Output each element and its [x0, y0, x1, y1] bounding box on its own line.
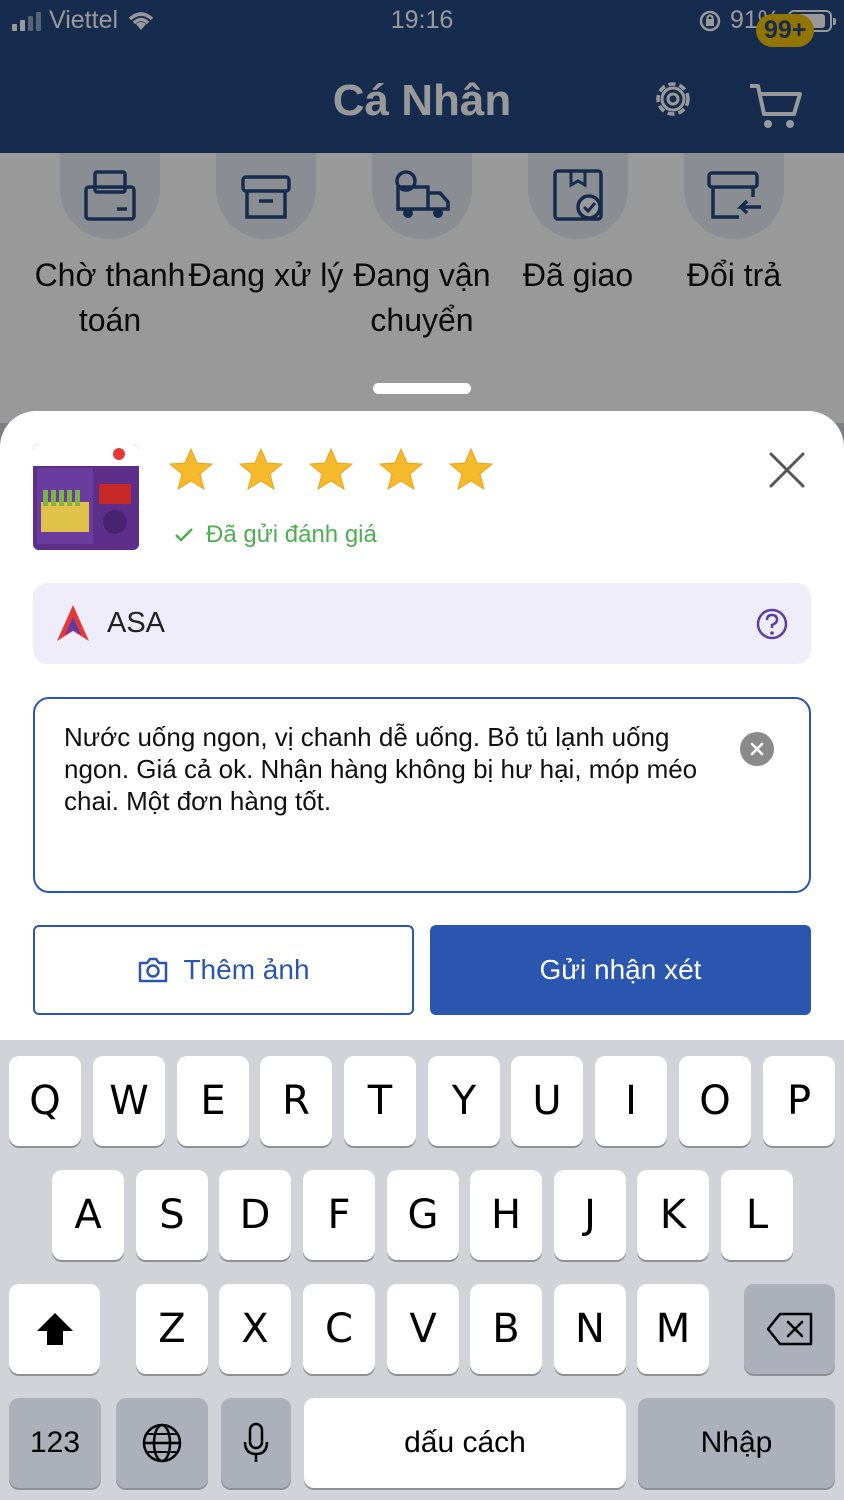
key-k[interactable]: K: [637, 1170, 709, 1260]
check-icon: [175, 528, 193, 542]
add-photo-button[interactable]: Thêm ảnh: [33, 925, 414, 1015]
close-icon: [750, 742, 764, 756]
star-icon[interactable]: [238, 447, 284, 491]
key-w[interactable]: W: [93, 1056, 165, 1146]
shift-key[interactable]: [9, 1284, 100, 1374]
brand-name: ASA: [107, 607, 166, 639]
key-o[interactable]: O: [679, 1056, 751, 1146]
review-sent-label: Đã gửi đánh giá: [206, 521, 377, 548]
star-icon[interactable]: [168, 447, 214, 491]
key-t[interactable]: T: [344, 1056, 416, 1146]
key-a[interactable]: A: [52, 1170, 124, 1260]
star-icon[interactable]: [378, 447, 424, 491]
key-s[interactable]: S: [136, 1170, 208, 1260]
key-j[interactable]: J: [554, 1170, 626, 1260]
globe-icon: [142, 1423, 182, 1463]
help-icon[interactable]: [755, 607, 789, 641]
review-text[interactable]: Nước uống ngon, vị chanh dễ uống. Bỏ tủ …: [64, 721, 724, 817]
key-i[interactable]: I: [595, 1056, 667, 1146]
key-b[interactable]: B: [470, 1284, 542, 1374]
numbers-key[interactable]: 123: [9, 1398, 101, 1488]
key-h[interactable]: H: [470, 1170, 542, 1260]
submit-review-label: Gửi nhận xét: [539, 954, 702, 985]
submit-review-button[interactable]: Gửi nhận xét: [430, 925, 811, 1015]
key-z[interactable]: Z: [136, 1284, 208, 1374]
brand-row: ASA: [33, 583, 811, 664]
key-g[interactable]: G: [387, 1170, 459, 1260]
clear-text-button[interactable]: [740, 732, 774, 766]
key-n[interactable]: N: [554, 1284, 626, 1374]
close-icon[interactable]: [766, 449, 808, 491]
key-y[interactable]: Y: [428, 1056, 500, 1146]
key-m[interactable]: M: [637, 1284, 709, 1374]
asa-logo-icon: [57, 605, 89, 641]
sheet-handle[interactable]: [373, 383, 471, 394]
review-sent-status: Đã gửi đánh giá: [174, 521, 377, 549]
key-d[interactable]: D: [219, 1170, 291, 1260]
key-p[interactable]: P: [763, 1056, 835, 1146]
dictation-key[interactable]: [221, 1398, 291, 1488]
key-l[interactable]: L: [721, 1170, 793, 1260]
key-x[interactable]: X: [219, 1284, 291, 1374]
globe-key[interactable]: [116, 1398, 208, 1488]
add-photo-label: Thêm ảnh: [183, 954, 310, 985]
key-e[interactable]: E: [177, 1056, 249, 1146]
keyboard: Q W E R T Y U I O P A S D F G H J K L Z …: [0, 1040, 844, 1500]
key-q[interactable]: Q: [9, 1056, 81, 1146]
return-key[interactable]: Nhập: [638, 1398, 835, 1488]
camera-icon: [139, 957, 168, 983]
product-thumbnail: [33, 444, 139, 550]
rating-stars[interactable]: [168, 447, 494, 491]
key-f[interactable]: F: [303, 1170, 375, 1260]
shift-icon: [36, 1313, 73, 1345]
key-c[interactable]: C: [303, 1284, 375, 1374]
backspace-key[interactable]: [744, 1284, 835, 1374]
key-v[interactable]: V: [387, 1284, 459, 1374]
space-key[interactable]: dấu cách: [304, 1398, 626, 1488]
star-icon[interactable]: [308, 447, 354, 491]
backspace-icon: [766, 1312, 812, 1346]
review-textarea[interactable]: Nước uống ngon, vị chanh dễ uống. Bỏ tủ …: [33, 697, 811, 893]
microphone-icon: [243, 1422, 269, 1462]
key-u[interactable]: U: [511, 1056, 583, 1146]
star-icon[interactable]: [448, 447, 494, 491]
key-r[interactable]: R: [260, 1056, 332, 1146]
review-sheet: Đã gửi đánh giá ASA Nước uống ngon, vị c…: [0, 411, 844, 1040]
